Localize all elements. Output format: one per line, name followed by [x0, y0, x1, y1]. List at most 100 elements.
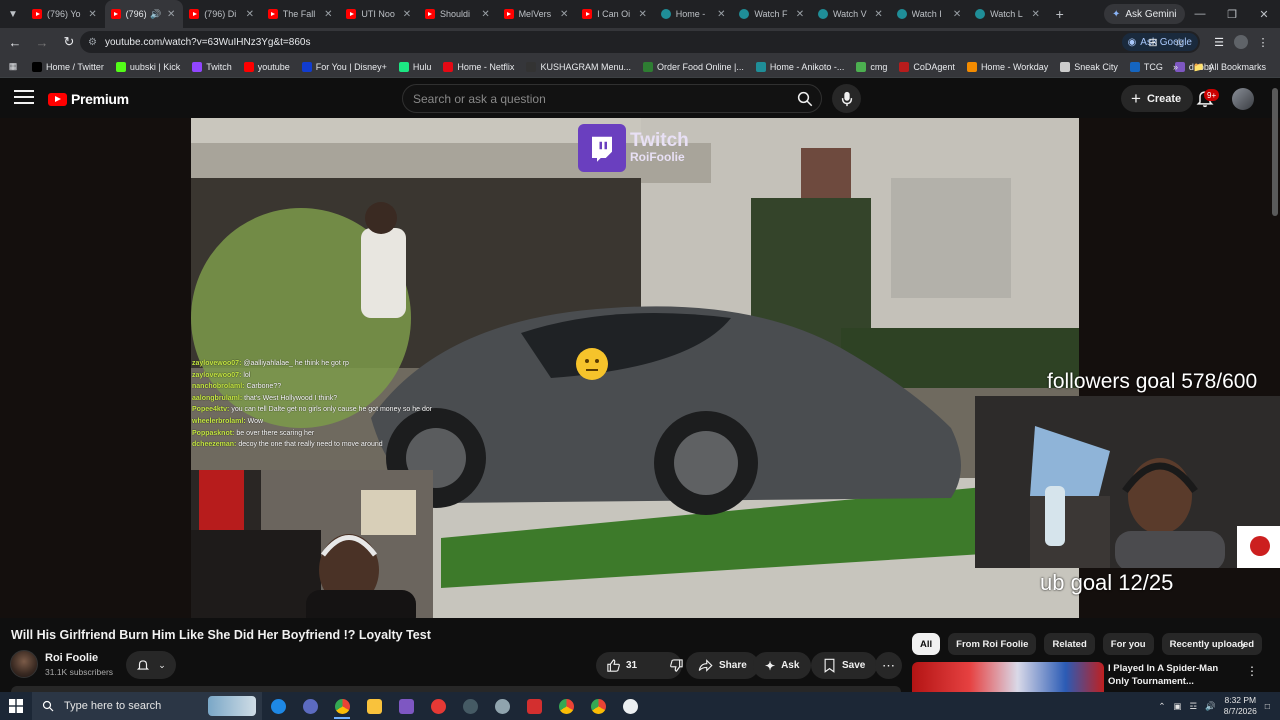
tab-close-icon[interactable]: ✕	[1030, 9, 1042, 20]
tab-close-icon[interactable]: ✕	[244, 9, 256, 20]
taskbar-chrome-icon[interactable]	[326, 692, 358, 720]
bookmark-item[interactable]: Home / Twitter	[26, 56, 110, 78]
browser-tab[interactable]: The Fall ✕	[262, 0, 341, 28]
search-button[interactable]	[790, 84, 820, 113]
apps-grid-icon[interactable]: ▦	[0, 56, 26, 78]
recommended-video-thumbnail[interactable]	[912, 662, 1104, 692]
tab-close-icon[interactable]: ✕	[165, 9, 177, 20]
browser-tab[interactable]: Watch V ✕	[812, 0, 891, 28]
voice-search-button[interactable]	[832, 84, 861, 113]
bookmark-item[interactable]: CoDAgent	[893, 56, 961, 78]
address-bar[interactable]: ⚙ youtube.com/watch?v=63WuIHNz3Yg&t=860s	[80, 31, 1200, 53]
taskbar-chrome-2-icon[interactable]	[550, 692, 582, 720]
filter-chip[interactable]: For you	[1102, 633, 1154, 655]
bookmark-item[interactable]: Home - Workday	[961, 56, 1054, 78]
taskbar-app-9-icon[interactable]	[518, 692, 550, 720]
browser-tab[interactable]: I Can Oi ✕	[576, 0, 655, 28]
taskbar-app-1-icon[interactable]	[262, 692, 294, 720]
create-button[interactable]: + Create	[1121, 85, 1194, 112]
bookmark-item[interactable]: uubski | Kick	[110, 56, 186, 78]
channel-avatar[interactable]	[10, 650, 38, 678]
filter-chip[interactable]: All	[912, 633, 941, 655]
tab-search-chevron-icon[interactable]: ▼	[0, 0, 26, 28]
restore-icon[interactable]: ❐	[1216, 0, 1248, 28]
browser-menu-icon[interactable]: ⋮	[1252, 30, 1274, 54]
browser-tab[interactable]: Watch L ✕	[969, 0, 1048, 28]
browser-tab[interactable]: Watch F ✕	[733, 0, 812, 28]
minimize-icon[interactable]: —	[1184, 0, 1216, 28]
browser-tab[interactable]: Home - ✕	[655, 0, 734, 28]
channel-name-link[interactable]: Roi Foolie	[45, 652, 98, 664]
bookmark-item[interactable]: Twitch	[186, 56, 238, 78]
network-icon[interactable]: ▣	[1174, 701, 1182, 712]
filter-chip[interactable]: Related	[1044, 633, 1095, 655]
url-text[interactable]: youtube.com/watch?v=63WuIHNz3Yg&t=860s	[105, 37, 311, 48]
ask-button[interactable]: ✦ Ask	[753, 652, 812, 679]
page-scrollbar[interactable]	[1272, 88, 1278, 216]
taskbar-search-input[interactable]: Type here to search	[32, 692, 262, 720]
more-actions-icon[interactable]: ⋯	[875, 652, 902, 679]
bookmark-star-icon[interactable]: ☆	[1168, 30, 1190, 54]
share-button[interactable]: Share	[686, 652, 759, 679]
bookmark-item[interactable]: youtube	[238, 56, 296, 78]
bookmark-item[interactable]: For You | Disney+	[296, 56, 393, 78]
taskbar-clock-app-icon[interactable]	[614, 692, 646, 720]
taskbar-app-8-icon[interactable]	[486, 692, 518, 720]
tab-close-icon[interactable]: ✕	[480, 9, 492, 20]
site-info-icon[interactable]: ⚙	[88, 37, 97, 48]
install-app-icon[interactable]: ⊞	[1142, 30, 1164, 54]
browser-tab[interactable]: Shouldi ✕	[419, 0, 498, 28]
media-controls-icon[interactable]: ☰	[1208, 30, 1230, 54]
forward-icon[interactable]: →	[30, 30, 54, 54]
account-avatar[interactable]	[1232, 88, 1254, 110]
bookmark-item[interactable]: TCG	[1124, 56, 1169, 78]
back-icon[interactable]: ←	[3, 30, 27, 54]
bookmark-item[interactable]: Sneak City	[1054, 56, 1124, 78]
taskbar-file-explorer-icon[interactable]	[358, 692, 390, 720]
tab-close-icon[interactable]: ✕	[951, 9, 963, 20]
tab-close-icon[interactable]: ✕	[401, 9, 413, 20]
wifi-icon[interactable]: ☲	[1190, 701, 1198, 712]
taskbar-clock[interactable]: 8:32 PM 8/7/2026	[1224, 695, 1257, 717]
subscribed-notification-button[interactable]: ⌄	[126, 651, 176, 679]
chips-next-arrow-icon[interactable]: ›	[1234, 635, 1252, 655]
recommended-more-icon[interactable]: ⋮	[1246, 664, 1258, 678]
bookmark-item[interactable]: Order Food Online |...	[637, 56, 750, 78]
like-button[interactable]: 31	[596, 652, 647, 679]
profile-avatar-icon[interactable]	[1234, 35, 1248, 49]
bookmark-item[interactable]: KUSHAGRAM Menu...	[520, 56, 637, 78]
notification-center-icon[interactable]: □	[1265, 701, 1270, 711]
reload-icon[interactable]: ↻	[57, 30, 81, 54]
taskbar-chrome-3-icon[interactable]	[582, 692, 614, 720]
all-bookmarks-button[interactable]: 📁 All Bookmarks	[1187, 56, 1272, 78]
save-button[interactable]: Save	[811, 652, 878, 679]
bookmark-item[interactable]: Home - Netflix	[437, 56, 520, 78]
tab-close-icon[interactable]: ✕	[715, 9, 727, 20]
new-tab-button[interactable]: +	[1048, 6, 1072, 22]
tab-close-icon[interactable]: ✕	[322, 9, 334, 20]
tab-close-icon[interactable]: ✕	[637, 9, 649, 20]
bookmark-item[interactable]: Home - Anikoto -...	[750, 56, 851, 78]
taskbar-game-icon[interactable]	[390, 692, 422, 720]
tab-close-icon[interactable]: ✕	[558, 9, 570, 20]
browser-tab[interactable]: (796) 🔊 ✕	[104, 0, 184, 28]
bookmark-item[interactable]: Hulu	[393, 56, 438, 78]
close-window-icon[interactable]: ✕	[1248, 0, 1280, 28]
taskbar-app-2-icon[interactable]	[294, 692, 326, 720]
youtube-premium-logo[interactable]: Premium	[48, 91, 129, 107]
search-input[interactable]: Search or ask a question	[402, 84, 822, 113]
filter-chip[interactable]: From Roi Foolie	[948, 633, 1037, 655]
browser-tab[interactable]: MelVers ✕	[498, 0, 577, 28]
browser-tab[interactable]: (796) Di ✕	[183, 0, 262, 28]
browser-tab[interactable]: Watch I ✕	[891, 0, 970, 28]
guide-menu-icon[interactable]	[14, 90, 34, 106]
recommended-video-title[interactable]: I Played In A Spider-Man Only Tournament…	[1108, 662, 1236, 688]
browser-tab[interactable]: (796) Yo ✕	[26, 0, 105, 28]
taskbar-media-icon[interactable]	[422, 692, 454, 720]
taskbar-app-7-icon[interactable]	[454, 692, 486, 720]
bookmark-item[interactable]: cmg	[850, 56, 893, 78]
windows-start-icon[interactable]	[0, 692, 32, 720]
tab-audio-icon[interactable]: 🔊	[150, 9, 161, 20]
tab-close-icon[interactable]: ✕	[87, 9, 99, 20]
tab-close-icon[interactable]: ✕	[794, 9, 806, 20]
